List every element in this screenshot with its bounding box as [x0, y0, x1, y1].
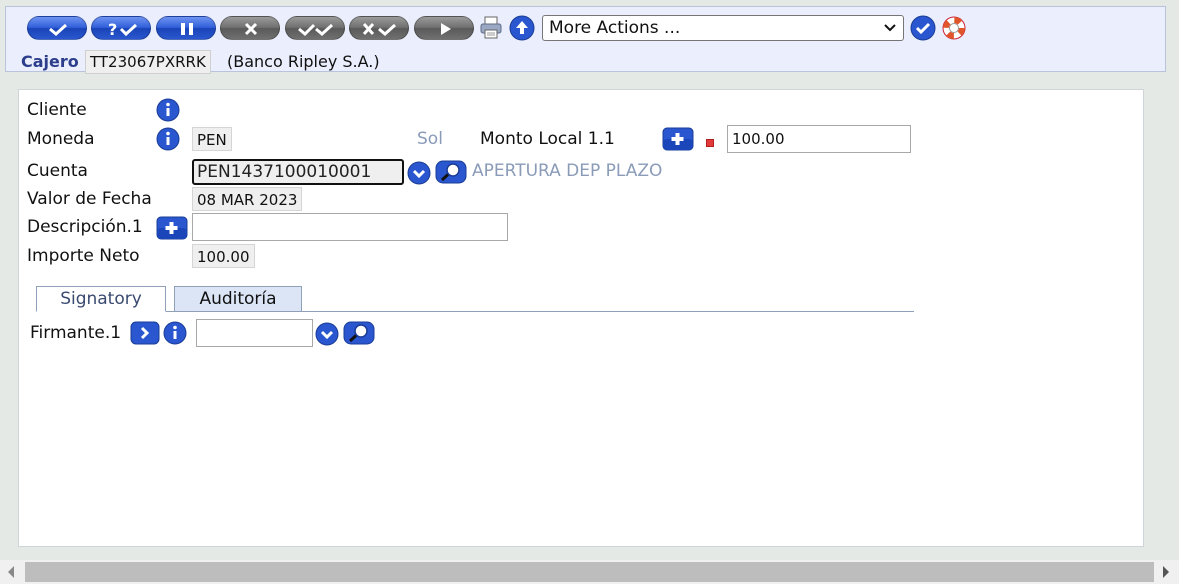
pause-icon: [181, 23, 193, 35]
lifebuoy-icon[interactable]: [941, 15, 967, 45]
commit-button[interactable]: [27, 16, 87, 40]
info-icon: [156, 127, 180, 151]
chevron-down-icon: [315, 322, 339, 346]
cuenta-description: APERTURA DEP PLAZO: [472, 161, 663, 181]
moneda-value: PEN: [192, 127, 232, 151]
scroll-left-arrow-icon[interactable]: [8, 566, 14, 578]
main-panel: Cliente Moneda PEN Sol Monto Local 1.1 1…: [18, 89, 1144, 547]
importe-neto-label: Importe Neto: [27, 246, 140, 266]
descripcion-add-button[interactable]: [156, 216, 188, 244]
next-button[interactable]: [414, 16, 474, 40]
monto-local-label: Monto Local 1.1: [480, 129, 615, 149]
more-actions-select[interactable]: More Actions ...: [542, 15, 904, 41]
cajero-label: Cajero: [21, 52, 79, 71]
firmante-info-button[interactable]: [163, 321, 189, 349]
go-button[interactable]: [908, 15, 938, 45]
scrollbar-thumb[interactable]: [25, 562, 1154, 582]
moneda-info-button[interactable]: [156, 127, 182, 155]
delete-button[interactable]: [220, 16, 280, 40]
cuenta-dropdown-button[interactable]: [407, 161, 431, 189]
descripcion-input[interactable]: [192, 213, 508, 241]
check-icon: [49, 23, 68, 36]
x-icon: [244, 22, 258, 36]
chevron-right-icon: [130, 321, 160, 345]
firmante-label: Firmante.1: [30, 323, 122, 343]
tab-divider: [36, 311, 914, 312]
info-icon: [156, 98, 180, 122]
magnifier-icon: [343, 321, 375, 345]
cajero-bank: (Banco Ripley S.A.): [227, 52, 380, 71]
cajero-id: TT23067PXRRK: [85, 50, 211, 74]
importe-neto-value: 100.00: [192, 244, 255, 268]
printer-icon[interactable]: [479, 15, 503, 45]
magnifier-icon: [435, 160, 467, 184]
toolbar-panel: ? More Actions ... Cajero TT23067PXRRK (…: [5, 6, 1166, 74]
moneda-description: Sol: [417, 129, 443, 149]
upload-icon[interactable]: [508, 15, 536, 45]
double-check-icon: [298, 23, 334, 37]
x-check-icon: [362, 22, 397, 36]
chevron-down-icon: [884, 24, 896, 32]
plus-icon: [156, 216, 188, 240]
monto-local-input[interactable]: 100.00: [727, 125, 911, 153]
descripcion-label: Descripción.1: [27, 217, 143, 237]
svg-text:?: ?: [108, 20, 117, 39]
horizontal-scrollbar[interactable]: [0, 560, 1179, 584]
valor-fecha-label: Valor de Fecha: [27, 189, 152, 209]
authorise-button[interactable]: [285, 16, 345, 40]
hold-button[interactable]: [156, 16, 216, 40]
firmante-dropdown-button[interactable]: [315, 322, 339, 350]
moneda-label: Moneda: [27, 129, 95, 149]
play-icon: [441, 23, 451, 35]
mandatory-marker: [706, 139, 714, 147]
tab-auditoria[interactable]: Auditoría: [174, 286, 302, 312]
firmante-expand-button[interactable]: [130, 321, 160, 349]
cuenta-search-button[interactable]: [435, 159, 467, 189]
valor-fecha-value: 08 MAR 2023: [192, 187, 303, 211]
reverse-button[interactable]: [349, 16, 409, 40]
tab-signatory[interactable]: Signatory: [36, 286, 166, 312]
firmante-search-button[interactable]: [343, 320, 375, 350]
info-icon: [163, 321, 187, 345]
validate-button[interactable]: ?: [91, 16, 151, 40]
chevron-down-icon: [407, 161, 431, 185]
cliente-label: Cliente: [27, 100, 87, 120]
monto-add-button[interactable]: [662, 127, 694, 155]
cuenta-input[interactable]: PEN1437100010001: [192, 159, 404, 185]
scroll-right-arrow-icon[interactable]: [1163, 566, 1169, 578]
question-check-icon: ?: [108, 20, 138, 39]
firmante-input[interactable]: [196, 319, 313, 347]
cliente-info-button[interactable]: [156, 98, 182, 126]
cuenta-label: Cuenta: [27, 161, 88, 181]
check-icon: [910, 15, 936, 41]
plus-icon: [662, 127, 694, 151]
more-actions-label: More Actions ...: [549, 18, 681, 38]
